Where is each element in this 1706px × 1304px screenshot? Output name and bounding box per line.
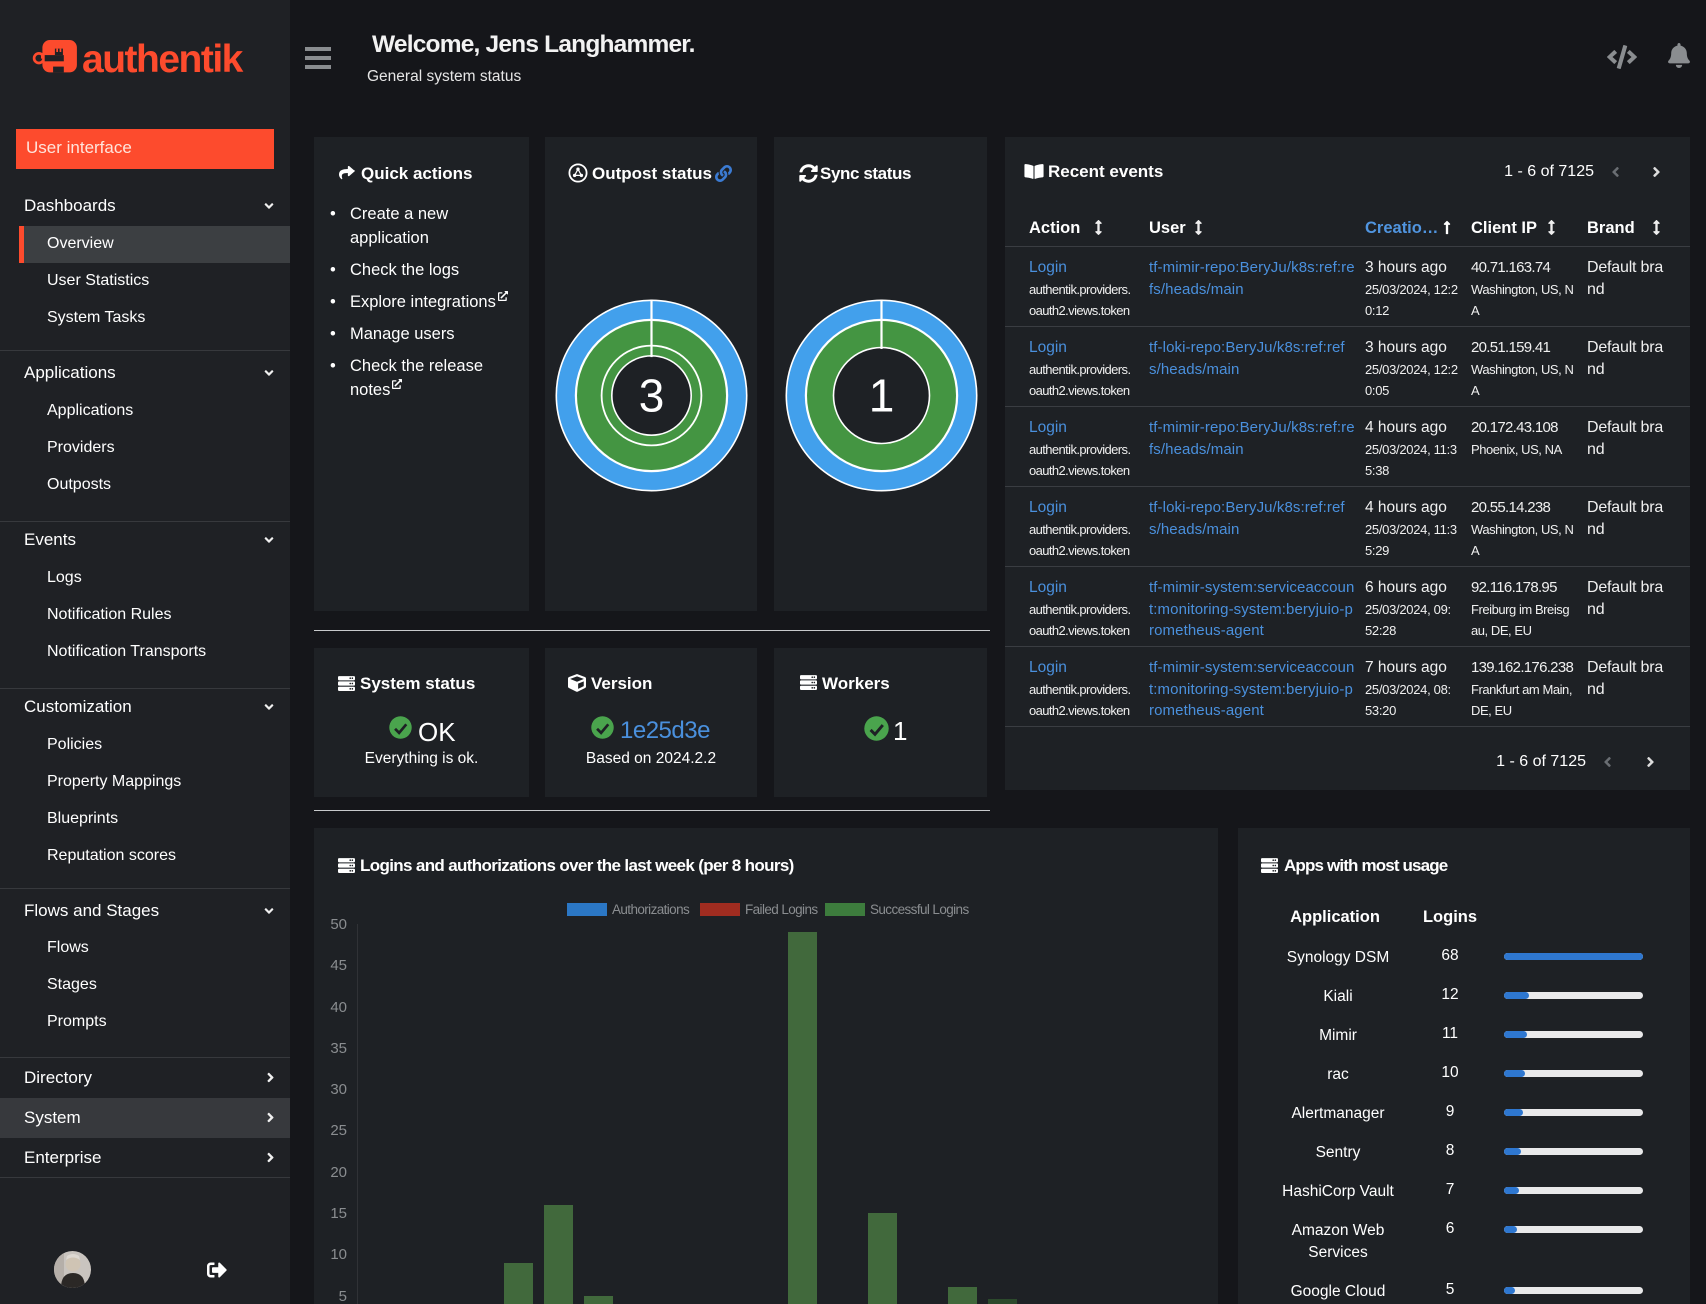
svg-text:authentik: authentik bbox=[82, 38, 244, 80]
svg-text:3: 3 bbox=[639, 370, 665, 422]
svg-text:1: 1 bbox=[869, 370, 895, 422]
